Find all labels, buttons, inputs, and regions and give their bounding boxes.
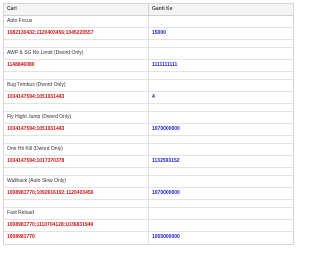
table-row: 1034147594;1051931443 1070000000 — [4, 124, 293, 136]
section-title-row: Bug Tembus (Dword Only) — [4, 80, 293, 92]
replace-value: 1132593152 — [152, 158, 180, 164]
table-row: 1034147594;1017370378 1132593152 — [4, 156, 293, 168]
search-value: 1034147594;1051931443 — [4, 92, 149, 103]
header-cari: Cari — [4, 4, 149, 15]
section-title: Bug Tembus (Dword Only) — [4, 80, 149, 91]
search-value: 1082130432;1120403456;1045220557 — [4, 28, 149, 39]
section-title-row: Wallhack (Auto Slow Only) — [4, 176, 293, 188]
replace-value — [149, 220, 293, 231]
replace-value: 1070000000 — [152, 126, 180, 132]
table-header-row: Cari Ganti Ke — [4, 4, 293, 16]
table-row: 1008981770;1092616192;1120403456 1070000… — [4, 188, 293, 200]
table-row: 1082130432;1120403456;1045220557 15000 — [4, 28, 293, 40]
replace-value: 1055000000 — [152, 234, 180, 240]
search-value: 1034147594;1017370378 — [4, 156, 149, 167]
section-title: Fast Reload — [4, 208, 149, 219]
section-title-row: Auto Focus — [4, 16, 293, 28]
spacer-row — [4, 200, 293, 208]
section-title-row: One Hit Kill (Dword Only) — [4, 144, 293, 156]
section-title: Wallhack (Auto Slow Only) — [4, 176, 149, 187]
table-row: 1008981770;1110704128;1036831949 — [4, 220, 293, 232]
spacer-row — [4, 104, 293, 112]
section-title-row: Fast Reload — [4, 208, 293, 220]
spacer-row — [4, 136, 293, 144]
section-title-row: AWP & SG No Limid (Dword Only) — [4, 48, 293, 60]
spacer-row — [4, 40, 293, 48]
section-title: Auto Focus — [4, 16, 149, 27]
section-title: Fly Hight Jump (Dword Only) — [4, 112, 149, 123]
replace-value: 4 — [152, 94, 155, 100]
replace-value: 15000 — [152, 30, 166, 36]
replace-value: 1070000000 — [152, 190, 180, 196]
table-row: 1034147594;1051931443 4 — [4, 92, 293, 104]
table-row: 1148846080 1111111111 — [4, 60, 293, 72]
search-value: 1008981770;1110704128;1036831949 — [4, 220, 149, 231]
section-title: One Hit Kill (Dword Only) — [4, 144, 149, 155]
header-ganti-ke: Ganti Ke — [152, 6, 173, 12]
section-title: AWP & SG No Limid (Dword Only) — [4, 48, 149, 59]
cheat-code-table: Cari Ganti Ke Auto Focus 1082130432;1120… — [3, 3, 294, 245]
spacer-row — [4, 72, 293, 80]
table-row: 1008981770 1055000000 — [4, 232, 293, 244]
search-value: 1008981770;1092616192;1120403456 — [4, 188, 149, 199]
search-value: 1008981770 — [4, 232, 149, 244]
replace-value: 1111111111 — [152, 62, 178, 68]
section-title-row: Fly Hight Jump (Dword Only) — [4, 112, 293, 124]
spacer-row — [4, 168, 293, 176]
search-value: 1034147594;1051931443 — [4, 124, 149, 135]
search-value: 1148846080 — [4, 60, 149, 71]
